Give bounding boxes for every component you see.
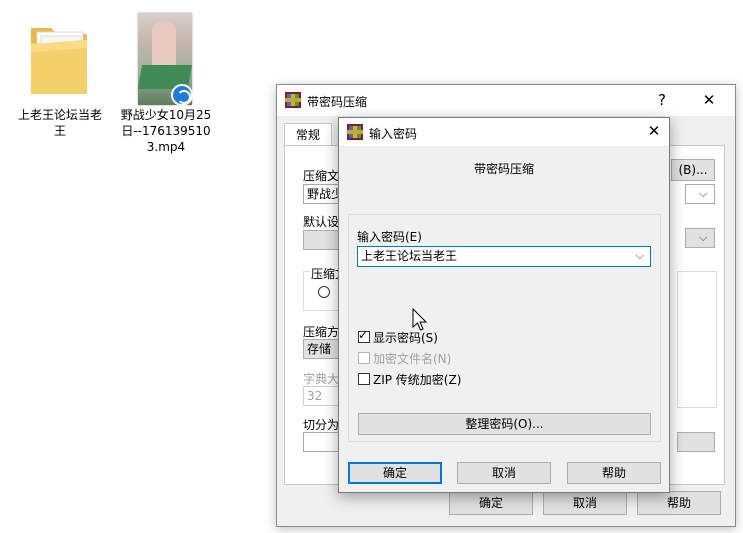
- zip-legacy-checkbox[interactable]: [358, 373, 370, 385]
- method-dropdown[interactable]: 存储: [303, 339, 343, 359]
- dialog-title: 带密码压缩: [307, 95, 368, 109]
- dict-label: 字典大: [303, 372, 340, 386]
- help-title-button[interactable]: ?: [652, 91, 672, 109]
- app-winrar-icon: [347, 124, 363, 140]
- method-label: 压缩方: [303, 325, 340, 339]
- cancel-button[interactable]: 取消: [457, 462, 551, 484]
- password-value: 上老王论坛当老王: [361, 249, 458, 263]
- help-button[interactable]: 帮助: [567, 462, 661, 484]
- profile-button[interactable]: [303, 230, 343, 250]
- split-input[interactable]: [303, 432, 343, 452]
- archive-name-label: 压缩文: [303, 169, 340, 183]
- video-label: 野战少女10月25日--1761395103.mp4: [120, 108, 212, 154]
- browse-button[interactable]: (B)...: [671, 159, 715, 181]
- split-unit-dropdown[interactable]: [677, 432, 715, 452]
- close-icon[interactable]: ✕: [644, 122, 664, 140]
- format-radio[interactable]: [318, 286, 330, 298]
- chevron-down-icon: ⌵: [699, 187, 708, 200]
- checkmark-icon: ✓: [358, 328, 369, 342]
- organize-passwords-button[interactable]: 整理密码(O)...: [358, 413, 651, 435]
- zip-legacy-label: ZIP 传统加密(Z): [373, 373, 462, 387]
- encrypt-filenames-checkbox[interactable]: [358, 352, 370, 364]
- encrypt-filenames-label: 加密文件名(N): [373, 352, 452, 366]
- titlebar: 输入密码 ✕: [339, 118, 669, 146]
- password-input[interactable]: 上老王论坛当老王 ⌵: [357, 246, 651, 267]
- close-icon[interactable]: ✕: [699, 91, 719, 109]
- enter-password-dialog: 输入密码 ✕ 带密码压缩 输入密码(E) 上老王论坛当老王 ⌵ ✓ 显示密码(S…: [338, 117, 670, 493]
- chevron-down-icon[interactable]: ⌵: [636, 247, 644, 265]
- titlebar: 带密码压缩 ? ✕: [277, 85, 735, 116]
- app-winrar-icon: [285, 92, 301, 108]
- mouse-cursor-icon: [412, 307, 428, 335]
- folder-label: 上老王论坛当老王: [17, 108, 102, 138]
- player-badge-icon: [171, 84, 193, 106]
- dialog-title: 输入密码: [369, 127, 418, 141]
- password-label: 输入密码(E): [357, 230, 422, 244]
- ok-button[interactable]: 确定: [348, 462, 442, 484]
- archive-name-dropdown[interactable]: ⌵: [685, 184, 715, 204]
- tab-general[interactable]: 常规: [284, 123, 332, 146]
- default-profile-label: 默认设: [303, 215, 340, 229]
- chevron-down-icon: ⌵: [699, 231, 708, 244]
- options-group: [677, 271, 717, 408]
- ok-button[interactable]: 确定: [449, 491, 533, 515]
- show-password-label: 显示密码(S): [373, 331, 438, 345]
- cancel-button[interactable]: 取消: [543, 491, 627, 515]
- split-label: 切分为: [303, 418, 340, 432]
- dialog-heading: 带密码压缩: [473, 162, 534, 176]
- dict-dropdown[interactable]: 32: [303, 386, 343, 406]
- show-password-checkbox[interactable]: ✓: [358, 328, 370, 343]
- help-button[interactable]: 帮助: [637, 491, 721, 515]
- folder-icon[interactable]: [29, 18, 91, 98]
- update-mode-dropdown[interactable]: ⌵: [685, 228, 715, 248]
